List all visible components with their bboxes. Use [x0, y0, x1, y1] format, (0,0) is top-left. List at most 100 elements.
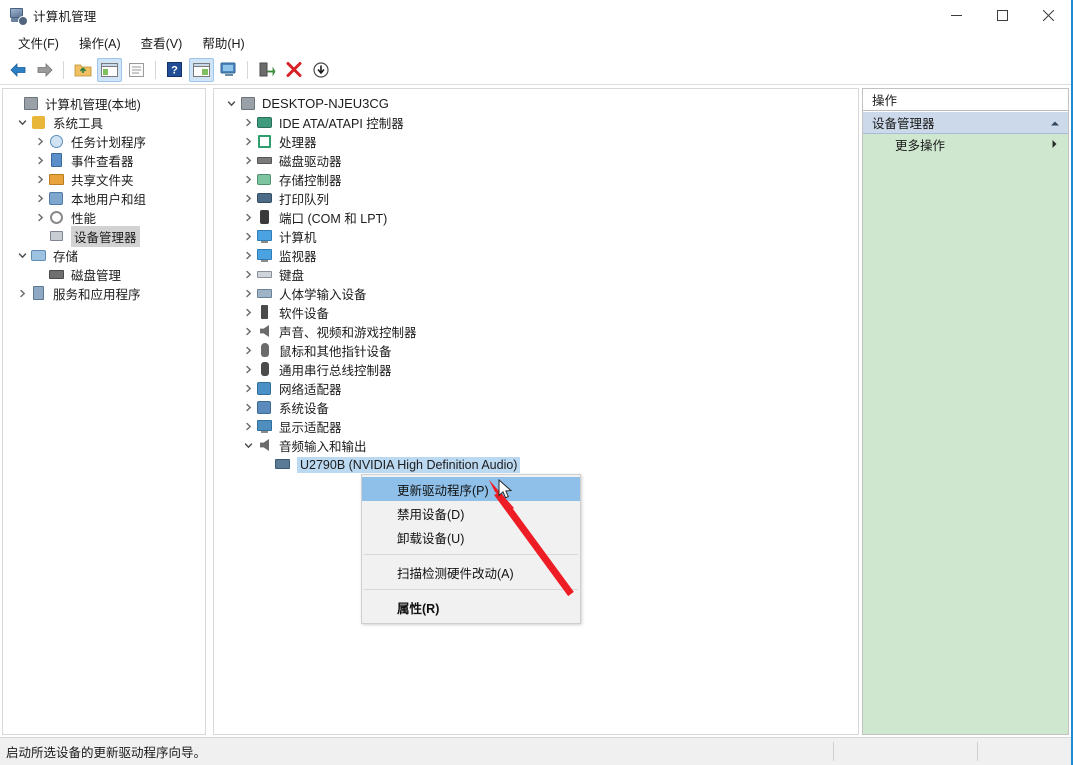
device-category-ports[interactable]: 端口 (COM 和 LPT): [214, 208, 858, 227]
console-tree: 计算机管理(本地) 系统工具 任务计划程序 事件查看器 共享文件夹 本地用户和组…: [3, 89, 205, 303]
actions-section-device-manager[interactable]: 设备管理器: [863, 111, 1068, 134]
chevron-right-icon[interactable]: [241, 246, 256, 265]
device-category-label: 声音、视频和游戏控制器: [279, 326, 417, 340]
chevron-right-icon[interactable]: [241, 398, 256, 417]
device-category-ide[interactable]: IDE ATA/ATAPI 控制器: [214, 113, 858, 132]
tree-item-task-scheduler[interactable]: 任务计划程序: [3, 132, 205, 151]
show-action-pane-icon[interactable]: [189, 57, 214, 82]
up-folder-icon[interactable]: [70, 58, 95, 82]
menu-action[interactable]: 操作(A): [69, 30, 131, 56]
tree-item-local-users-groups[interactable]: 本地用户和组: [3, 189, 205, 208]
chevron-down-icon[interactable]: [15, 113, 30, 132]
processor-icon: [256, 133, 274, 150]
close-button[interactable]: [1025, 0, 1071, 31]
device-category-usb[interactable]: 通用串行总线控制器: [214, 360, 858, 379]
chevron-down-icon[interactable]: [224, 94, 239, 113]
chevron-right-icon[interactable]: [241, 341, 256, 360]
device-category-print-queues[interactable]: 打印队列: [214, 189, 858, 208]
mouse-icon: [256, 342, 274, 359]
console-tree-pane[interactable]: 计算机管理(本地) 系统工具 任务计划程序 事件查看器 共享文件夹 本地用户和组…: [2, 88, 206, 735]
maximize-button[interactable]: [979, 0, 1025, 31]
chevron-down-icon[interactable]: [15, 246, 30, 265]
device-category-mice[interactable]: 鼠标和其他指针设备: [214, 341, 858, 360]
ctx-disable-device[interactable]: 禁用设备(D): [362, 501, 580, 525]
print-queue-icon: [256, 190, 274, 207]
chevron-right-icon[interactable]: [241, 303, 256, 322]
device-category-network-adapters[interactable]: 网络适配器: [214, 379, 858, 398]
forward-icon[interactable]: [32, 58, 57, 82]
ctx-scan-hardware[interactable]: 扫描检测硬件改动(A): [362, 560, 580, 584]
device-category-audio-io[interactable]: 音频输入和输出: [214, 436, 858, 455]
device-category-display-adapters[interactable]: 显示适配器: [214, 417, 858, 436]
device-category-keyboards[interactable]: 键盘: [214, 265, 858, 284]
ctx-uninstall-device[interactable]: 卸载设备(U): [362, 525, 580, 549]
tree-item-event-viewer[interactable]: 事件查看器: [3, 151, 205, 170]
chevron-right-icon[interactable]: [33, 189, 48, 208]
chevron-right-icon[interactable]: [33, 151, 48, 170]
tree-item-services-applications[interactable]: 服务和应用程序: [3, 284, 205, 303]
device-category-label: 软件设备: [279, 307, 330, 321]
device-category-processor[interactable]: 处理器: [214, 132, 858, 151]
chevron-right-icon[interactable]: [33, 170, 48, 189]
chevron-right-icon[interactable]: [241, 322, 256, 341]
help-icon[interactable]: ?: [162, 58, 187, 82]
chevron-up-icon[interactable]: [1050, 116, 1060, 130]
chevron-right-icon[interactable]: [241, 208, 256, 227]
tree-item-storage[interactable]: 存储: [3, 246, 205, 265]
tree-label: 服务和应用程序: [53, 288, 141, 302]
menu-view[interactable]: 查看(V): [131, 30, 193, 56]
device-item-selected[interactable]: U2790B (NVIDIA High Definition Audio): [214, 455, 858, 474]
tree-item-disk-management[interactable]: 磁盘管理: [3, 265, 205, 284]
device-tree-root[interactable]: DESKTOP-NJEU3CG: [214, 94, 858, 113]
chevron-right-icon[interactable]: [241, 284, 256, 303]
menu-file[interactable]: 文件(F): [8, 30, 69, 56]
device-category-monitors[interactable]: 监视器: [214, 246, 858, 265]
device-context-menu[interactable]: 更新驱动程序(P) 禁用设备(D) 卸载设备(U) 扫描检测硬件改动(A) 属性…: [361, 474, 581, 624]
device-tree-pane[interactable]: DESKTOP-NJEU3CG IDE ATA/ATAPI 控制器 处理器 磁盘…: [213, 88, 859, 735]
chevron-right-icon[interactable]: [241, 379, 256, 398]
device-tree: DESKTOP-NJEU3CG IDE ATA/ATAPI 控制器 处理器 磁盘…: [214, 89, 858, 474]
update-driver-icon[interactable]: [254, 58, 279, 82]
tree-item-device-manager[interactable]: 设备管理器: [3, 226, 205, 247]
ctx-properties[interactable]: 属性(R): [362, 595, 580, 619]
show-console-tree-icon[interactable]: [97, 57, 122, 82]
chevron-right-icon[interactable]: [33, 208, 48, 227]
chevron-right-icon[interactable]: [241, 189, 256, 208]
chevron-right-icon[interactable]: [241, 417, 256, 436]
network-adapter-icon: [256, 380, 274, 397]
chevron-right-icon[interactable]: [15, 284, 30, 303]
chevron-right-icon[interactable]: [241, 360, 256, 379]
device-category-software-devices[interactable]: 软件设备: [214, 303, 858, 322]
back-icon[interactable]: [5, 58, 30, 82]
menu-help[interactable]: 帮助(H): [192, 30, 254, 56]
chevron-right-icon[interactable]: [1051, 138, 1058, 152]
tree-item-computer-management[interactable]: 计算机管理(本地): [3, 94, 205, 113]
chevron-right-icon[interactable]: [241, 132, 256, 151]
device-category-system-devices[interactable]: 系统设备: [214, 398, 858, 417]
tree-item-shared-folders[interactable]: 共享文件夹: [3, 170, 205, 189]
chevron-right-icon[interactable]: [241, 170, 256, 189]
device-category-disk-drives[interactable]: 磁盘驱动器: [214, 151, 858, 170]
action-more-actions[interactable]: 更多操作: [863, 134, 1068, 155]
chevron-right-icon[interactable]: [33, 132, 48, 151]
chevron-down-icon[interactable]: [241, 436, 256, 455]
properties-icon[interactable]: [124, 58, 149, 82]
minimize-button[interactable]: [933, 0, 979, 31]
audio-device-icon: [274, 456, 292, 473]
uninstall-device-icon[interactable]: [308, 58, 333, 82]
ctx-update-driver[interactable]: 更新驱动程序(P): [362, 477, 580, 501]
device-category-storage-controllers[interactable]: 存储控制器: [214, 170, 858, 189]
chevron-right-icon[interactable]: [241, 151, 256, 170]
pane-splitter[interactable]: [206, 86, 213, 737]
tree-item-performance[interactable]: 性能: [3, 208, 205, 227]
device-category-hid[interactable]: 人体学输入设备: [214, 284, 858, 303]
device-category-computer[interactable]: 计算机: [214, 227, 858, 246]
device-category-sound-video-game[interactable]: 声音、视频和游戏控制器: [214, 322, 858, 341]
chevron-right-icon[interactable]: [241, 265, 256, 284]
disable-device-icon[interactable]: [281, 58, 306, 82]
chevron-right-icon[interactable]: [241, 227, 256, 246]
hid-icon: [256, 285, 274, 302]
tree-item-system-tools[interactable]: 系统工具: [3, 113, 205, 132]
chevron-right-icon[interactable]: [241, 113, 256, 132]
scan-hardware-icon[interactable]: [216, 58, 241, 82]
